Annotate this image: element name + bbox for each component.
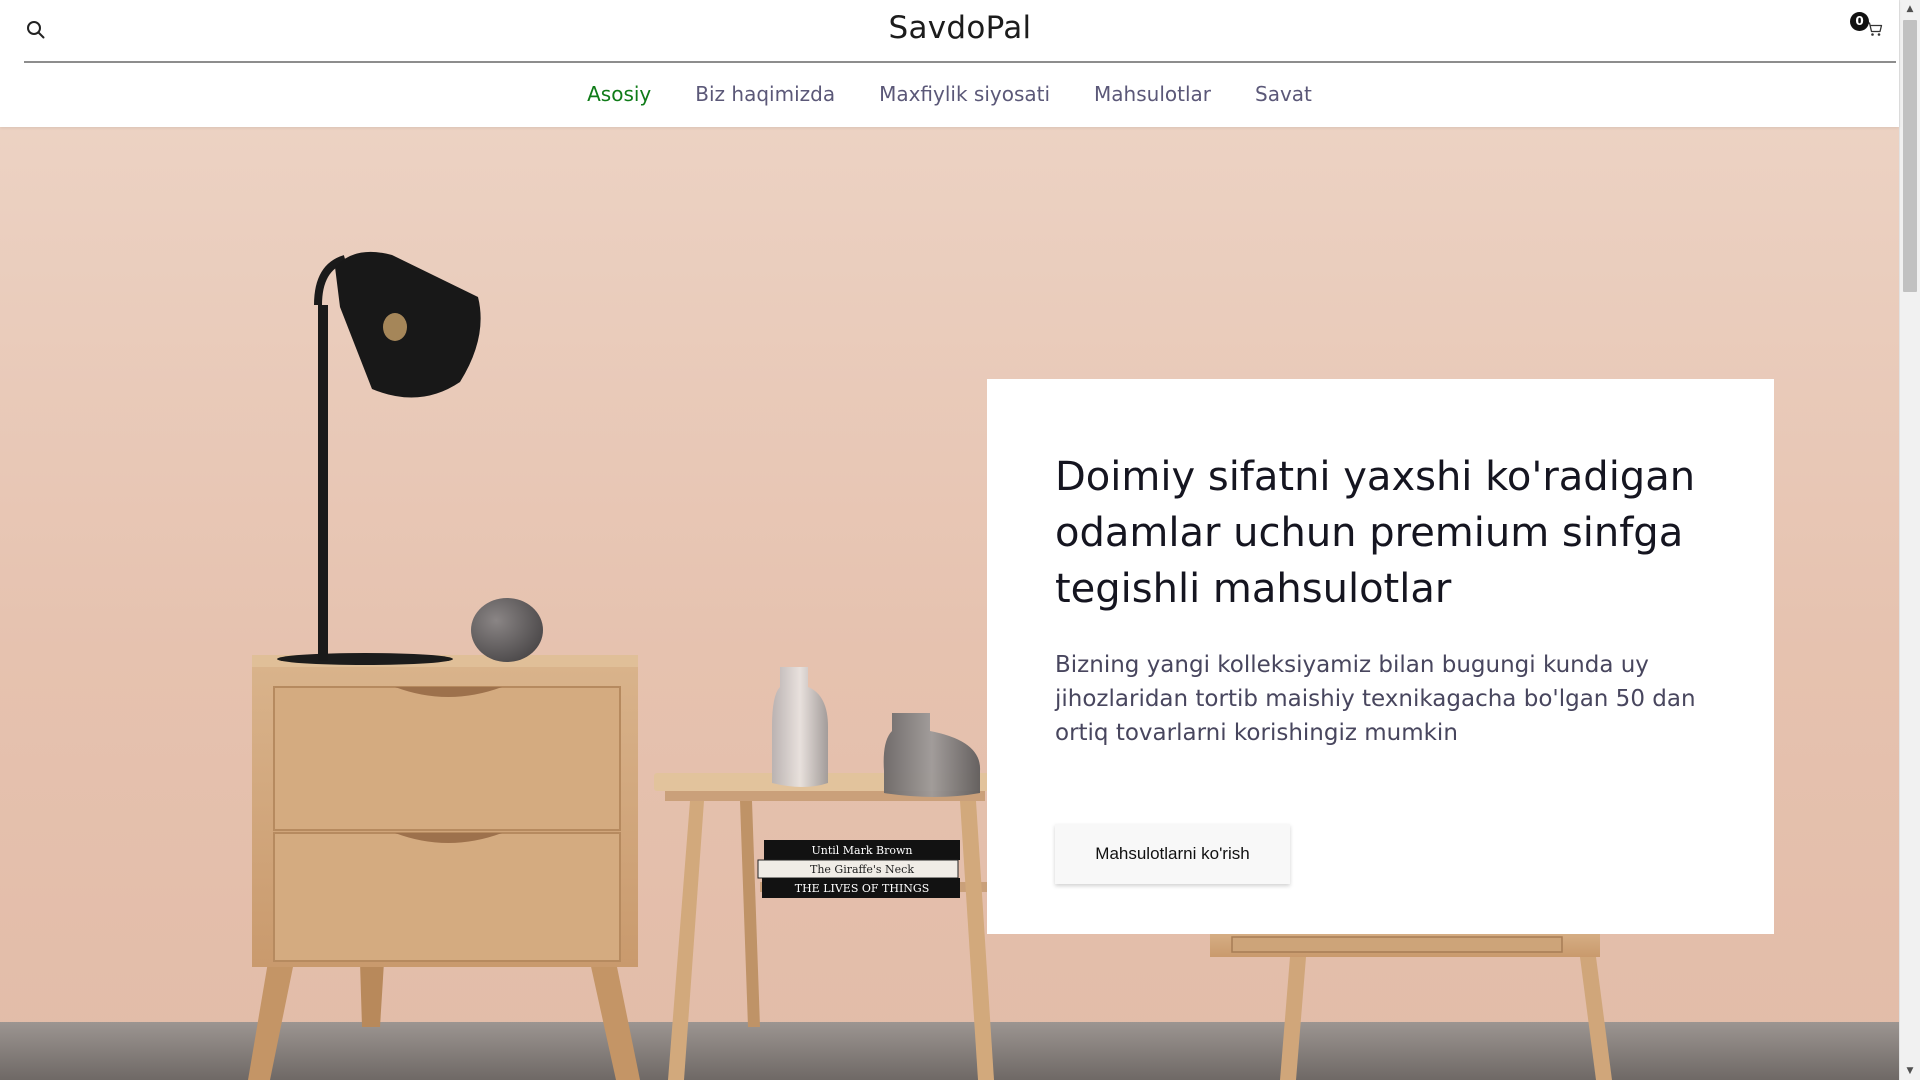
nav-item-maxfiylik-siyosati[interactable]: Maxfiylik siyosati — [857, 82, 1072, 106]
scrollbar-thumb[interactable] — [1903, 20, 1917, 292]
hero-title: Doimiy sifatni yaxshi ko'radigan odamlar… — [1055, 454, 1696, 612]
top-bar: SavdoPal 0 — [24, 0, 1896, 63]
nav-item-mahsulotlar[interactable]: Mahsulotlar — [1072, 82, 1233, 106]
main-nav: Asosiy Biz haqimizda Maxfiylik siyosati … — [0, 82, 1899, 106]
view-products-button[interactable]: Mahsulotlarni ko'rish — [1055, 824, 1290, 884]
book-spine-2: The Giraffe's Neck — [810, 863, 914, 876]
book-spine-3: THE LIVES OF THINGS — [795, 882, 929, 895]
scroll-down-arrow-icon[interactable]: ▼ — [1900, 1062, 1920, 1080]
cart-button[interactable]: 0 — [1850, 12, 1884, 42]
hero-subtitle: Bizning yangi kolleksiyamiz bilan bugung… — [1055, 652, 1696, 746]
site-header: SavdoPal 0 Asosiy Biz haqimizda Maxfiyli… — [0, 0, 1899, 127]
page: SavdoPal 0 Asosiy Biz haqimizda Maxfiyli… — [0, 0, 1920, 1080]
cart-count-badge: 0 — [1850, 12, 1869, 31]
hero-banner: Until Mark Brown The Giraffe's Neck THE … — [0, 127, 1899, 1080]
nav-item-biz-haqimizda[interactable]: Biz haqimizda — [673, 82, 857, 106]
scroll-up-arrow-icon[interactable]: ▲ — [1900, 0, 1920, 18]
book-spine-1: Until Mark Brown — [811, 844, 912, 857]
hero-card: Doimiy sifatni yaxshi ko'radigan odamlar… — [987, 379, 1774, 934]
site-logo[interactable]: SavdoPal — [24, 10, 1896, 46]
nav-item-asosiy[interactable]: Asosiy — [565, 82, 673, 106]
page-scrollbar[interactable]: ▲ ▼ — [1899, 0, 1920, 1080]
nav-item-savat[interactable]: Savat — [1233, 82, 1334, 106]
